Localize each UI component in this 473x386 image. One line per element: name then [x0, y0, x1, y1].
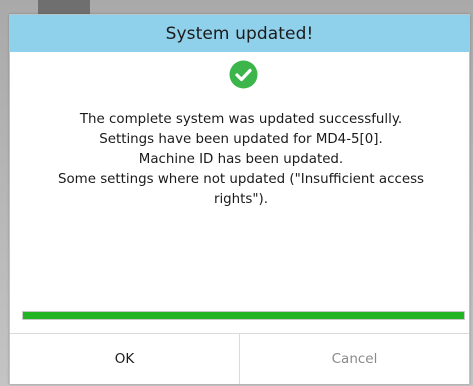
check-circle-icon — [229, 60, 258, 89]
cancel-button[interactable]: Cancel — [240, 334, 469, 384]
update-dialog: System updated! The complete system was … — [9, 14, 470, 384]
message-line: Machine ID has been updated. — [138, 152, 344, 167]
ok-button[interactable]: OK — [10, 334, 240, 384]
message-line: Settings have been updated for MD4-5[0]. — [99, 132, 383, 147]
message-line: Some settings where not updated ("Insuff… — [57, 172, 425, 187]
button-row: OK Cancel — [10, 333, 469, 384]
message-text: The complete system was updated successf… — [40, 110, 442, 210]
progress-fill — [23, 312, 464, 319]
progress-bar — [22, 311, 465, 320]
dialog-titlebar: System updated! — [10, 15, 469, 52]
message-line: The complete system was updated successf… — [79, 112, 403, 127]
dialog-title: System updated! — [165, 23, 314, 44]
message-line: rights"). — [213, 192, 269, 207]
